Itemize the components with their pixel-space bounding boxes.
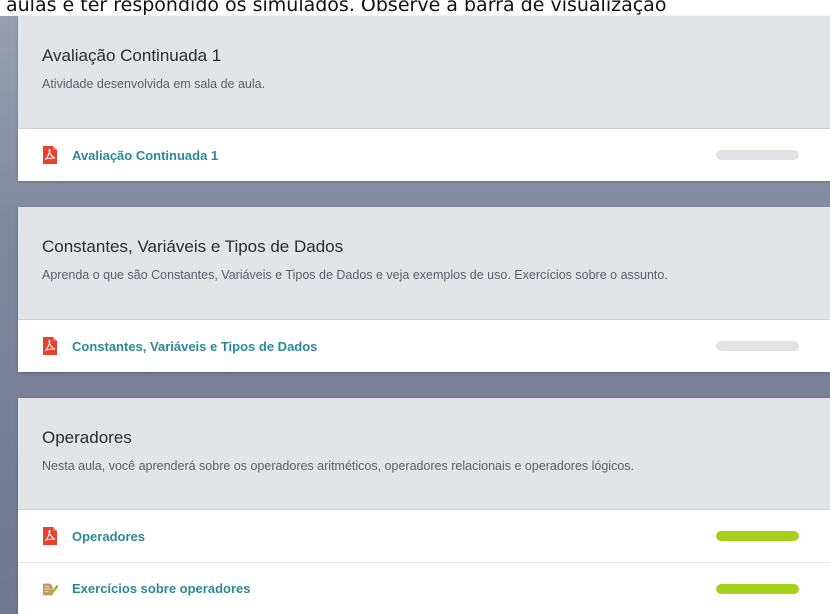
section-card-3: Operadores Nesta aula, você aprenderá so… <box>18 398 830 614</box>
progress-fill <box>716 531 799 541</box>
section-description: Aprenda o que são Constantes, Variáveis … <box>42 268 668 282</box>
progress-fill <box>716 583 799 594</box>
section-title: Operadores <box>42 428 132 447</box>
exercise-edit-icon <box>42 583 58 596</box>
section-header: Operadores Nesta aula, você aprenderá so… <box>18 398 830 510</box>
list-item[interactable]: Exercícios sobre operadores <box>18 562 830 614</box>
list-item[interactable]: Avaliação Continuada 1 <box>18 129 830 181</box>
progress-bar <box>716 150 799 160</box>
section-card-1: Avaliação Continuada 1 Atividade desenvo… <box>18 16 830 181</box>
intro-text: aulas e ter respondido os simulados. Obs… <box>0 0 830 16</box>
section-description: Nesta aula, você aprenderá sobre os oper… <box>42 459 635 473</box>
list-item[interactable]: Constantes, Variáveis e Tipos de Dados <box>18 320 830 372</box>
section-title: Avaliação Continuada 1 <box>42 46 222 65</box>
progress-bar <box>716 341 799 351</box>
section-title: Constantes, Variáveis e Tipos de Dados <box>42 237 344 256</box>
list-item[interactable]: Operadores <box>18 510 830 562</box>
section-description: Atividade desenvolvida em sala de aula. <box>42 77 266 91</box>
section-header: Constantes, Variáveis e Tipos de Dados A… <box>18 207 830 320</box>
section-header: Avaliação Continuada 1 Atividade desenvo… <box>18 16 830 129</box>
item-link[interactable]: Constantes, Variáveis e Tipos de Dados <box>72 339 317 354</box>
section-card-2: Constantes, Variáveis e Tipos de Dados A… <box>18 207 830 372</box>
pdf-icon <box>43 337 57 355</box>
pdf-icon <box>43 146 57 164</box>
progress-bar <box>716 531 799 541</box>
progress-bar <box>716 583 799 594</box>
item-link[interactable]: Avaliação Continuada 1 <box>72 148 218 163</box>
pdf-icon <box>43 527 57 545</box>
item-link[interactable]: Exercícios sobre operadores <box>72 581 250 596</box>
item-link[interactable]: Operadores <box>72 529 145 544</box>
